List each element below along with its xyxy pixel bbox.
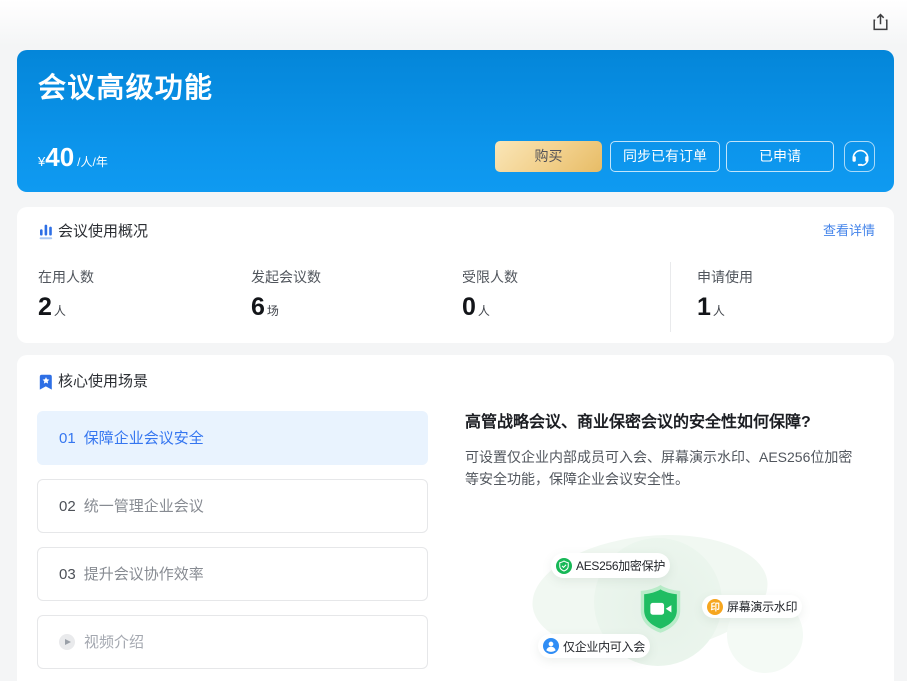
svg-text:印: 印 — [710, 601, 719, 612]
